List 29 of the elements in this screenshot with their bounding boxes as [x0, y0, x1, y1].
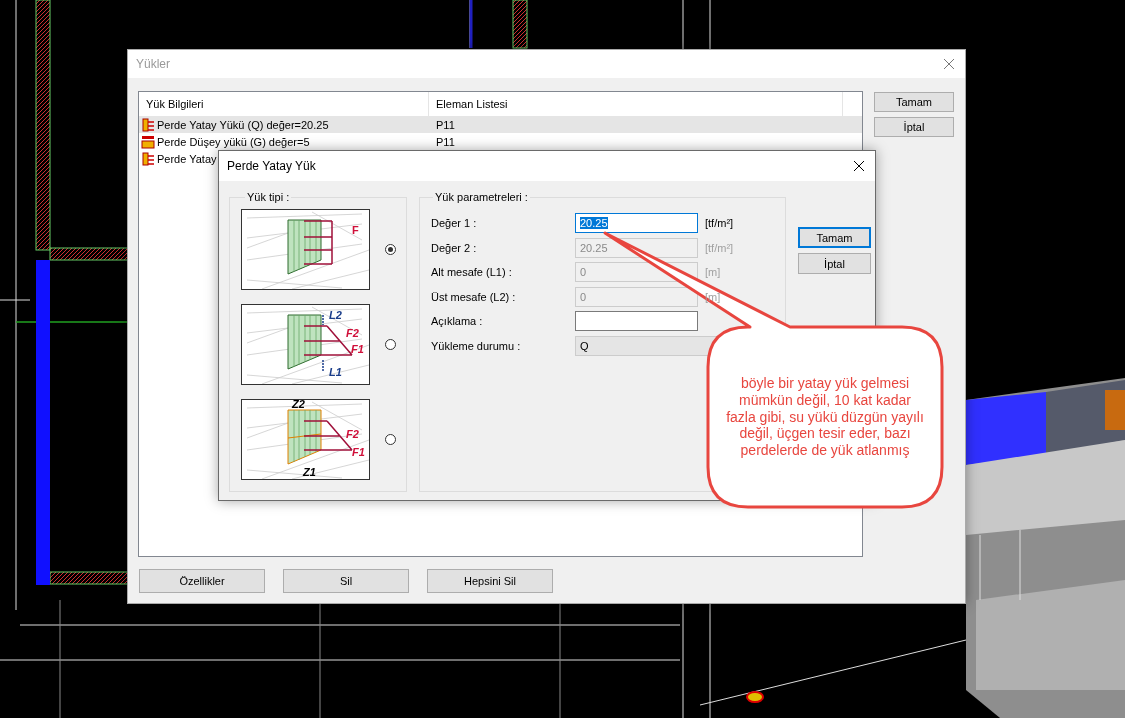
diagram-label: F2: [346, 327, 359, 339]
field-label: Alt mesafe (L1) :: [430, 266, 513, 278]
load-info: Perde Düşey yükü (G) değer=5: [157, 135, 310, 148]
diagram-label: F: [352, 224, 359, 236]
unit-label: [m]: [705, 290, 722, 303]
group-title: Yük tipi :: [246, 191, 291, 203]
group-title: Yük parametreleri :: [434, 191, 529, 203]
unit-label: [tf/m²]: [705, 241, 735, 254]
field-label: Değer 1 :: [430, 217, 478, 229]
field-label: Açıklama :: [430, 315, 484, 327]
field-label: Değer 2 :: [430, 241, 478, 254]
diagram-label: F1: [351, 343, 364, 355]
load-info: Perde Yatay: [157, 152, 217, 165]
unit-label: [m]: [705, 266, 722, 278]
element-list-cell-text: P11: [435, 135, 456, 148]
load-info: Perde Yatay Yükü (Q) değer=20.25: [157, 118, 329, 131]
diagram-label: L2: [329, 309, 342, 321]
diagram-label: Z2: [292, 399, 305, 410]
unit-label: [tf/m²]: [705, 217, 735, 229]
diagram-label: F1: [352, 446, 365, 458]
field-label: Yükleme durumu :: [430, 339, 522, 352]
diagram-label: L1: [329, 366, 342, 378]
field-label: Üst mesafe (L2) :: [430, 290, 517, 303]
diagram-label: Z1: [303, 466, 316, 478]
element-list-cell-text: P11: [435, 118, 456, 131]
dialog-title: Yükler: [136, 57, 170, 71]
dialog-title: Perde Yatay Yük: [227, 159, 316, 173]
diagram-label: F2: [346, 428, 359, 440]
callout-text: böyle bir yatay yük gelmesi mümkün değil, 10 kat kadar fazla gibi, su yükü düzgün yayılı değil, üçgen tesir eder, bazı perdelerde de yük atlanmış: [725, 375, 925, 459]
